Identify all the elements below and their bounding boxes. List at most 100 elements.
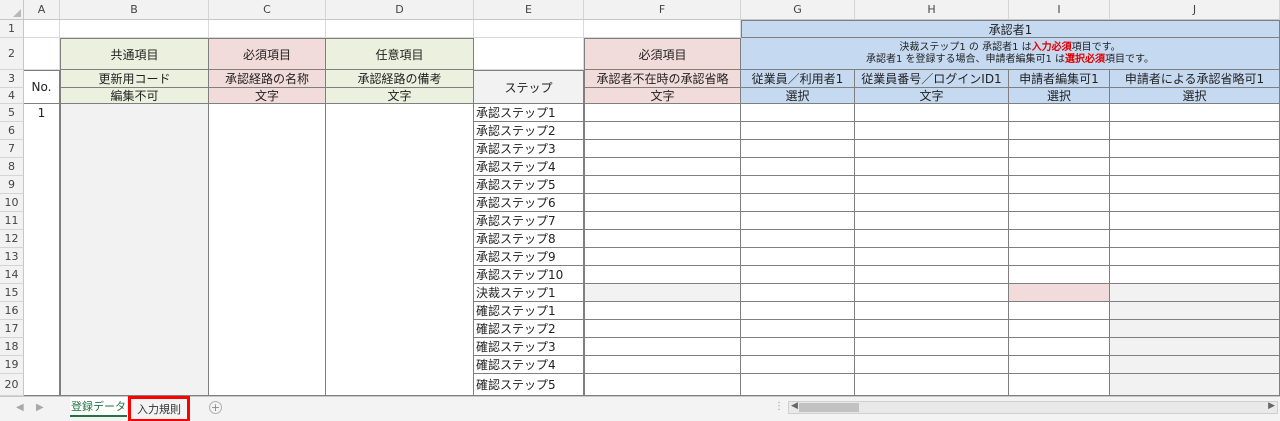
- scrollbar-thumb[interactable]: [799, 403, 859, 412]
- cell-e2[interactable]: [474, 38, 584, 70]
- cell-j-step[interactable]: [1110, 104, 1280, 122]
- cell-g-step[interactable]: [741, 140, 855, 158]
- cell-j-step[interactable]: [1110, 266, 1280, 284]
- cell-i-step[interactable]: [1009, 320, 1110, 338]
- employee-id-login-header[interactable]: 従業員番号／ログインID1: [855, 70, 1009, 88]
- row-header[interactable]: 17: [0, 320, 24, 338]
- employee-user-header[interactable]: 従業員／利用者1: [741, 70, 855, 88]
- col-header-d[interactable]: D: [326, 0, 474, 20]
- type-i[interactable]: 選択: [1009, 88, 1110, 104]
- row-header[interactable]: 8: [0, 158, 24, 176]
- step-label-cell[interactable]: 承認ステップ4: [474, 158, 584, 176]
- cell-j-step[interactable]: [1110, 158, 1280, 176]
- cell-f1[interactable]: [584, 20, 741, 38]
- required-items-header-f[interactable]: 必須項目: [584, 38, 741, 70]
- row-header[interactable]: 19: [0, 356, 24, 374]
- cell-b1[interactable]: [60, 20, 209, 38]
- cell-f-step[interactable]: [584, 194, 741, 212]
- cell-j-step[interactable]: [1110, 122, 1280, 140]
- row-header[interactable]: 15: [0, 284, 24, 302]
- cell-h-step[interactable]: [855, 338, 1009, 356]
- cell-h-step[interactable]: [855, 122, 1009, 140]
- scroll-splitter-icon[interactable]: ⋮: [774, 401, 784, 412]
- cell-f-step[interactable]: [584, 212, 741, 230]
- approver-group-header[interactable]: 承認者1: [741, 20, 1280, 38]
- row-header[interactable]: 6: [0, 122, 24, 140]
- sheet-tab-registration-data[interactable]: 登録データ: [70, 397, 127, 417]
- row-header[interactable]: 16: [0, 302, 24, 320]
- step-label-cell[interactable]: 承認ステップ5: [474, 176, 584, 194]
- cell-i-step[interactable]: [1009, 230, 1110, 248]
- col-header-g[interactable]: G: [741, 0, 855, 20]
- cell-f-step[interactable]: [584, 158, 741, 176]
- cell-h-step[interactable]: [855, 158, 1009, 176]
- no-header[interactable]: No.: [24, 70, 60, 104]
- cell-f-step[interactable]: [584, 140, 741, 158]
- cell-j-step[interactable]: [1110, 284, 1280, 302]
- cell-f-step[interactable]: [584, 320, 741, 338]
- cell-g-step[interactable]: [741, 176, 855, 194]
- row-header[interactable]: 1: [0, 20, 24, 38]
- row-header[interactable]: 13: [0, 248, 24, 266]
- cell-f-step[interactable]: [584, 104, 741, 122]
- cell-h-step[interactable]: [855, 266, 1009, 284]
- cell-j-step[interactable]: [1110, 356, 1280, 374]
- col-header-b[interactable]: B: [60, 0, 209, 20]
- row-header[interactable]: 7: [0, 140, 24, 158]
- row-header[interactable]: 12: [0, 230, 24, 248]
- cell-j-step[interactable]: [1110, 302, 1280, 320]
- cell-g-step[interactable]: [741, 284, 855, 302]
- step-label-cell[interactable]: 承認ステップ10: [474, 266, 584, 284]
- col-header-j[interactable]: J: [1110, 0, 1280, 20]
- cell-g-step[interactable]: [741, 320, 855, 338]
- cell-f-step[interactable]: [584, 230, 741, 248]
- route-remarks-cell[interactable]: [326, 104, 474, 396]
- cell-f-step[interactable]: [584, 338, 741, 356]
- cell-j-step[interactable]: [1110, 176, 1280, 194]
- cell-e1[interactable]: [474, 20, 584, 38]
- cell-i-step[interactable]: [1009, 104, 1110, 122]
- step-label-cell[interactable]: 承認ステップ9: [474, 248, 584, 266]
- step-label-cell[interactable]: 確認ステップ5: [474, 374, 584, 396]
- step-label-cell[interactable]: 承認ステップ3: [474, 140, 584, 158]
- row-header[interactable]: 9: [0, 176, 24, 194]
- cell-j-step[interactable]: [1110, 248, 1280, 266]
- cell-i-step[interactable]: [1009, 356, 1110, 374]
- cell-a2[interactable]: [24, 38, 60, 70]
- type-d[interactable]: 文字: [326, 88, 474, 104]
- cell-i-step[interactable]: [1009, 122, 1110, 140]
- cell-h-step[interactable]: [855, 104, 1009, 122]
- cell-f-step[interactable]: [584, 122, 741, 140]
- cell-g-step[interactable]: [741, 374, 855, 396]
- cell-g-step[interactable]: [741, 194, 855, 212]
- row-header[interactable]: 10: [0, 194, 24, 212]
- cell-g-step[interactable]: [741, 266, 855, 284]
- row-header[interactable]: 4: [0, 88, 24, 104]
- update-code-header[interactable]: 更新用コード: [60, 70, 209, 88]
- cell-f-step[interactable]: [584, 266, 741, 284]
- scroll-left-icon[interactable]: ◀: [791, 401, 798, 411]
- cell-h-step[interactable]: [855, 320, 1009, 338]
- skip-when-absent-header[interactable]: 承認者不在時の承認省略: [584, 70, 741, 88]
- cell-j-step[interactable]: [1110, 338, 1280, 356]
- cell-c1[interactable]: [209, 20, 326, 38]
- col-header-f[interactable]: F: [584, 0, 741, 20]
- cell-i-step[interactable]: [1009, 374, 1110, 396]
- cell-j-step[interactable]: [1110, 194, 1280, 212]
- cell-a1[interactable]: [24, 20, 60, 38]
- cell-h-step[interactable]: [855, 230, 1009, 248]
- add-sheet-plus-icon[interactable]: +: [209, 401, 222, 414]
- cell-i-step[interactable]: [1009, 194, 1110, 212]
- col-header-i[interactable]: I: [1009, 0, 1110, 20]
- cell-f-step[interactable]: [584, 284, 741, 302]
- cell-g-step[interactable]: [741, 104, 855, 122]
- cell-g-step[interactable]: [741, 122, 855, 140]
- cell-h-step[interactable]: [855, 248, 1009, 266]
- step-label-cell[interactable]: 承認ステップ8: [474, 230, 584, 248]
- type-g[interactable]: 選択: [741, 88, 855, 104]
- cell-g-step[interactable]: [741, 248, 855, 266]
- update-code-cell[interactable]: [60, 104, 209, 396]
- cell-h-step[interactable]: [855, 140, 1009, 158]
- cell-h-step[interactable]: [855, 356, 1009, 374]
- cell-i-step[interactable]: [1009, 266, 1110, 284]
